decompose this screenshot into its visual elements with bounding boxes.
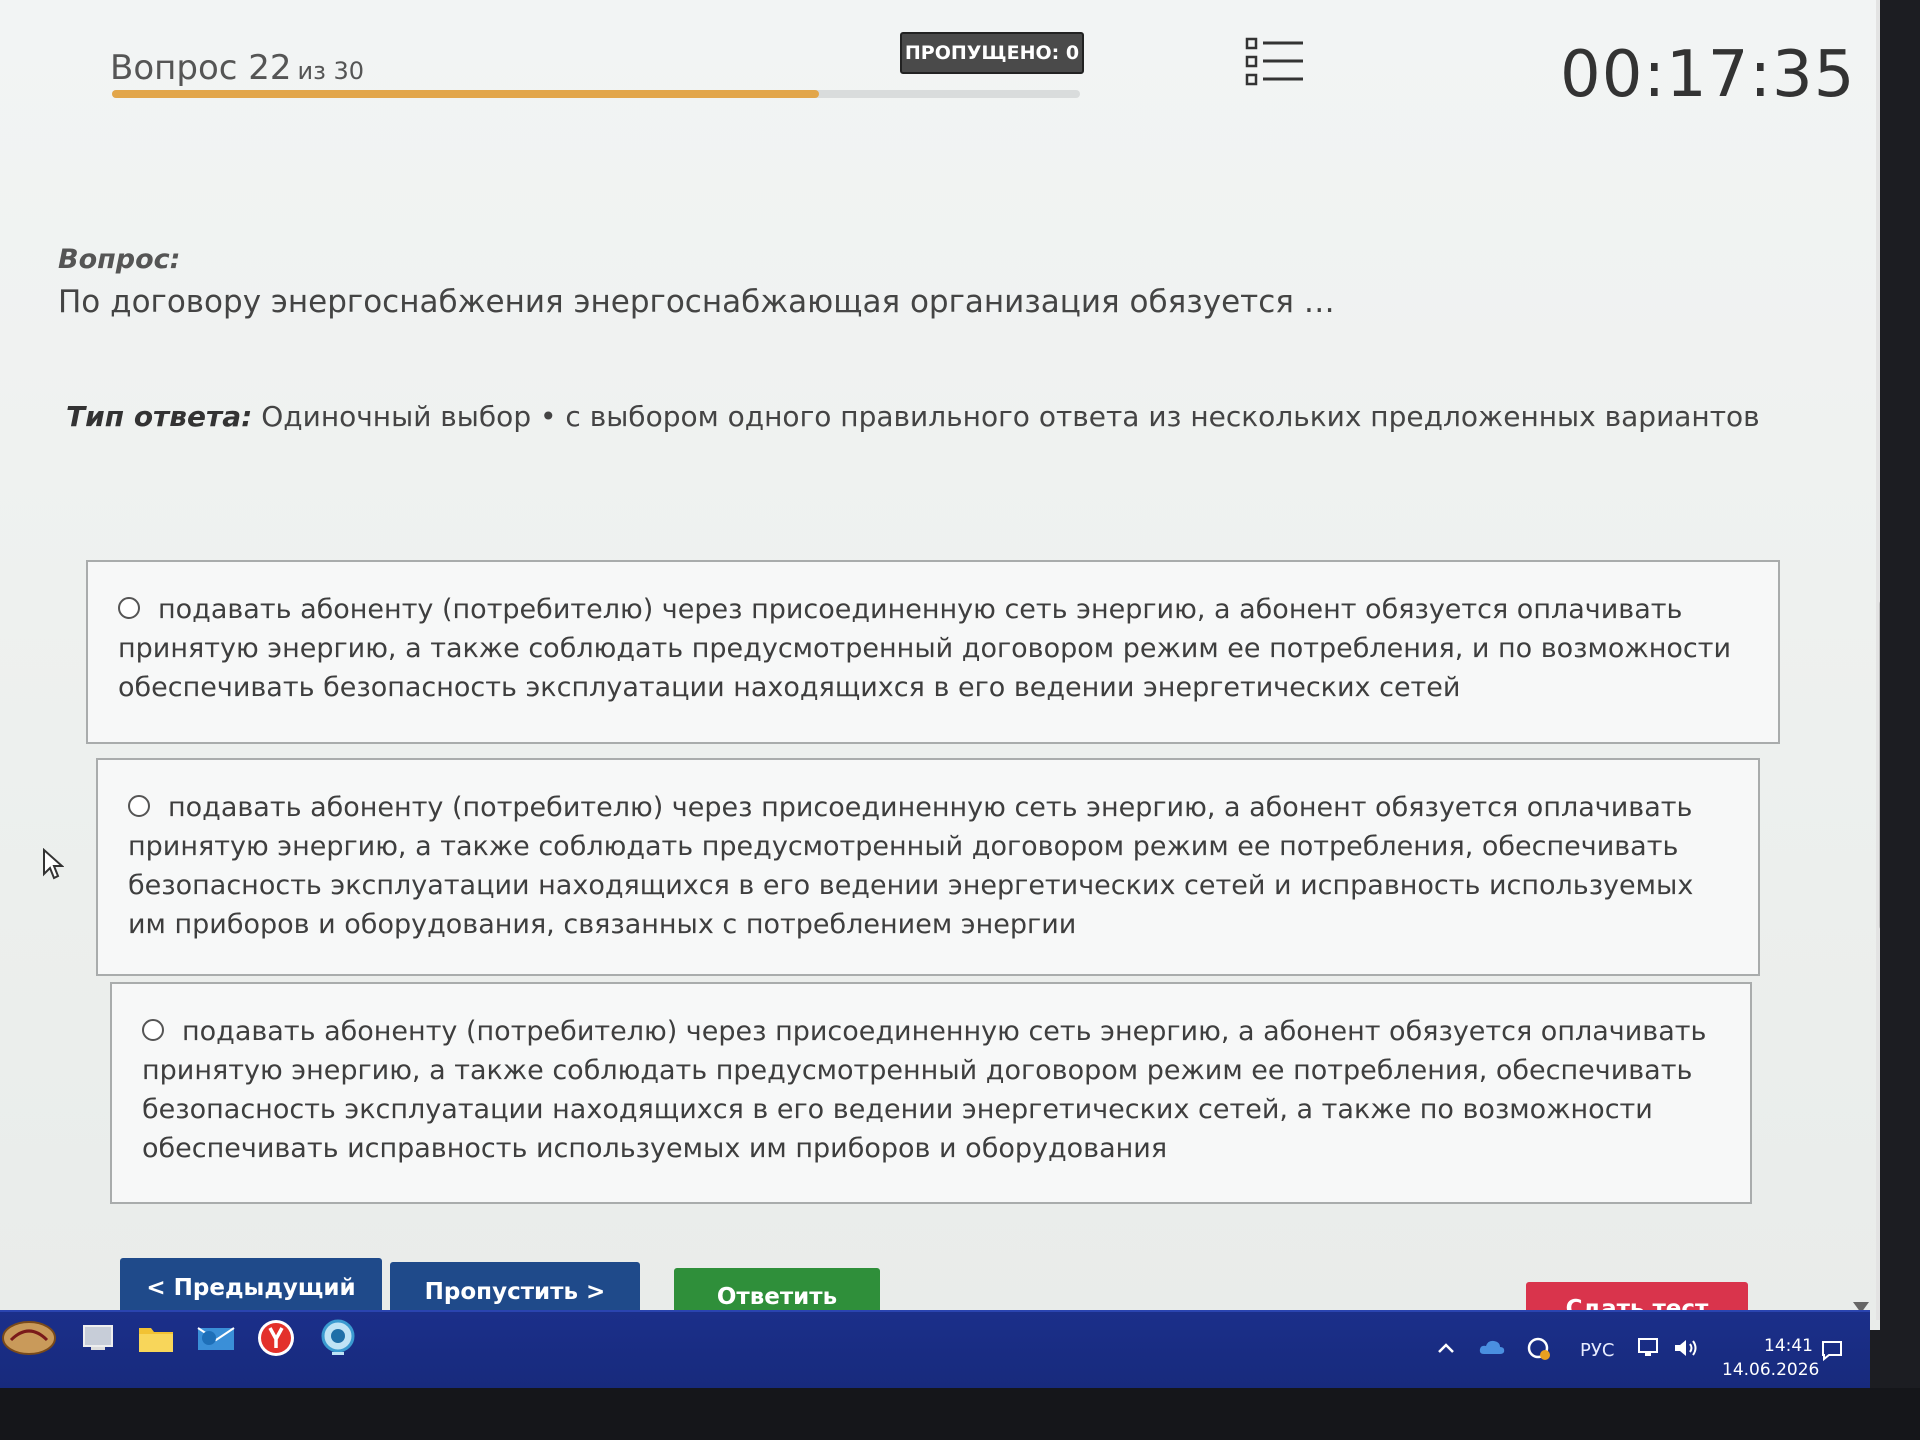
answer-option-text: подавать абоненту (потребителю) через пр… [118,594,1732,703]
answer-option-text: подавать абоненту (потребителю) через пр… [128,792,1694,940]
radio-button[interactable] [142,1018,164,1041]
notifications-icon[interactable] [1820,1338,1844,1367]
start-logo-icon[interactable] [0,1316,58,1360]
skipped-counter-button[interactable]: ПРОПУЩЕНО: 0 [900,32,1084,74]
answer-option-2[interactable]: подавать абоненту (потребителю) через пр… [96,758,1760,976]
tray-expand-icon[interactable] [1436,1340,1456,1361]
clock-time[interactable]: 14:41 [1764,1336,1813,1356]
progress-fill [112,90,819,98]
answer-option-text: подавать абоненту (потребителю) через пр… [142,1016,1707,1164]
question-list-icon[interactable] [1245,36,1305,92]
network-icon[interactable] [1636,1336,1662,1365]
answer-option-3[interactable]: подавать абоненту (потребителю) через пр… [110,982,1752,1204]
yandex-browser-icon[interactable] [254,1316,298,1360]
answer-type-value: Одиночный выбор • с выбором одного прави… [261,400,1760,433]
progress-bar [112,90,1080,98]
question-word: Вопрос [110,48,238,88]
countdown-timer: 00:17:35 [1560,38,1856,112]
file-explorer-icon[interactable] [134,1316,178,1360]
answer-type-label: Тип ответа: [66,400,253,433]
clock-date[interactable]: 14.06.2026 [1722,1360,1819,1380]
previous-button[interactable]: < Предыдущий [120,1258,382,1318]
mail-icon[interactable] [194,1316,238,1360]
scrollbar-thumb[interactable] [1879,600,1880,930]
radio-button[interactable] [118,596,140,619]
webcam-app-icon[interactable] [316,1316,360,1360]
question-number: 22 [248,48,292,88]
desktop-icon[interactable] [76,1316,120,1360]
monitor-bezel [0,1388,1920,1440]
question-text: По договору энергоснабжения энергоснабжа… [58,284,1335,320]
question-total: из 30 [297,57,365,85]
language-indicator[interactable]: РУС [1580,1340,1614,1361]
mouse-cursor-icon [43,848,64,880]
question-counter: Вопрос 22 из 30 [110,48,364,88]
question-label: Вопрос: [58,244,181,275]
radio-button[interactable] [128,794,150,817]
onedrive-cloud-icon[interactable] [1478,1336,1506,1363]
test-screen: Вопрос 22 из 30 ПРОПУЩЕНО: 0 00:17:35 Воп… [0,0,1880,1330]
volume-icon[interactable] [1672,1336,1700,1365]
sync-icon[interactable] [1524,1334,1552,1367]
answer-type: Тип ответа: Одиночный выбор • с выбором … [66,400,1760,433]
answer-option-1[interactable]: подавать абоненту (потребителю) через пр… [86,560,1780,744]
